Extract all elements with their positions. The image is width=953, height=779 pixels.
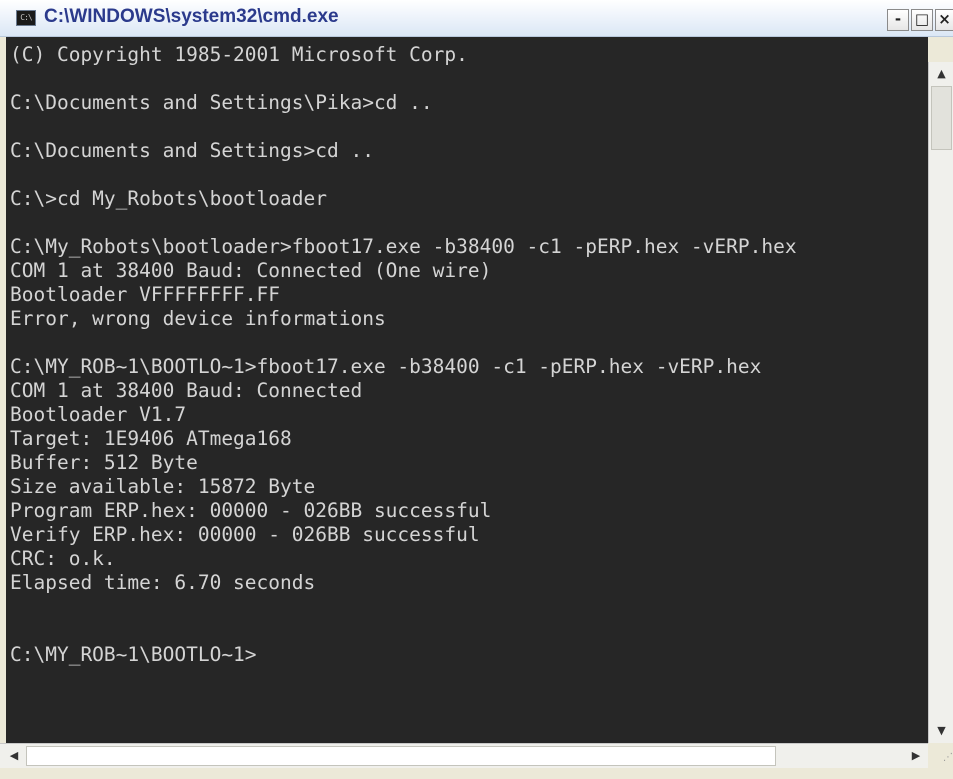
console-line: Verify ERP.hex: 00000 - 026BB successful <box>10 523 480 546</box>
size-grip-icon[interactable]: ⋰ <box>928 743 953 768</box>
title-bar[interactable]: C:\ C:\WINDOWS\system32\cmd.exe - □ × <box>0 0 953 37</box>
window-title: C:\WINDOWS\system32\cmd.exe <box>44 6 339 27</box>
maximize-button[interactable]: □ <box>911 9 933 31</box>
console-line: C:\Documents and Settings\Pika>cd .. <box>10 91 433 114</box>
console-line: C:\My_Robots\bootloader>fboot17.exe -b38… <box>10 235 797 258</box>
vertical-scrollbar[interactable]: ▲ ▼ <box>928 62 953 743</box>
console-icon[interactable]: C:\ <box>16 10 36 26</box>
scroll-down-arrow-icon[interactable]: ▼ <box>931 721 952 741</box>
console-line: Bootloader V1.7 <box>10 403 187 426</box>
console-line: COM 1 at 38400 Baud: Connected (One wire… <box>10 259 492 282</box>
console-line: COM 1 at 38400 Baud: Connected <box>10 379 363 402</box>
console-line: Buffer: 512 Byte <box>10 451 198 474</box>
minimize-button[interactable]: - <box>887 9 909 31</box>
close-button[interactable]: × <box>935 9 953 31</box>
vertical-scroll-thumb[interactable] <box>931 86 952 150</box>
console-line: Program ERP.hex: 00000 - 026BB successfu… <box>10 499 492 522</box>
window-bottom-border <box>0 768 953 779</box>
console-output[interactable]: (C) Copyright 1985-2001 Microsoft Corp. C… <box>6 37 928 743</box>
console-line: Size available: 15872 Byte <box>10 475 316 498</box>
console-line: C:\MY_ROB~1\BOOTLO~1>fboot17.exe -b38400… <box>10 355 762 378</box>
cmd-window: C:\ C:\WINDOWS\system32\cmd.exe - □ × (C… <box>0 0 953 779</box>
console-line: (C) Copyright 1985-2001 Microsoft Corp. <box>10 43 468 66</box>
console-line: Error, wrong device informations <box>10 307 386 330</box>
scroll-up-arrow-icon[interactable]: ▲ <box>931 64 952 84</box>
scroll-left-arrow-icon[interactable]: ◀ <box>4 746 24 766</box>
console-line: Elapsed time: 6.70 seconds <box>10 571 316 594</box>
console-line: Bootloader VFFFFFFFF.FF <box>10 283 281 306</box>
console-line: Target: 1E9406 ATmega168 <box>10 427 292 450</box>
caption-buttons: - □ × <box>887 9 953 31</box>
console-line: C:\MY_ROB~1\BOOTLO~1> <box>10 643 257 666</box>
horizontal-scroll-thumb[interactable] <box>26 746 776 766</box>
console-line: C:\Documents and Settings>cd .. <box>10 139 374 162</box>
console-line: CRC: o.k. <box>10 547 116 570</box>
console-line: C:\>cd My_Robots\bootloader <box>10 187 327 210</box>
horizontal-scrollbar[interactable]: ◀ ▶ <box>0 743 928 768</box>
scroll-right-arrow-icon[interactable]: ▶ <box>906 746 926 766</box>
console-text: (C) Copyright 1985-2001 Microsoft Corp. C… <box>10 43 797 667</box>
